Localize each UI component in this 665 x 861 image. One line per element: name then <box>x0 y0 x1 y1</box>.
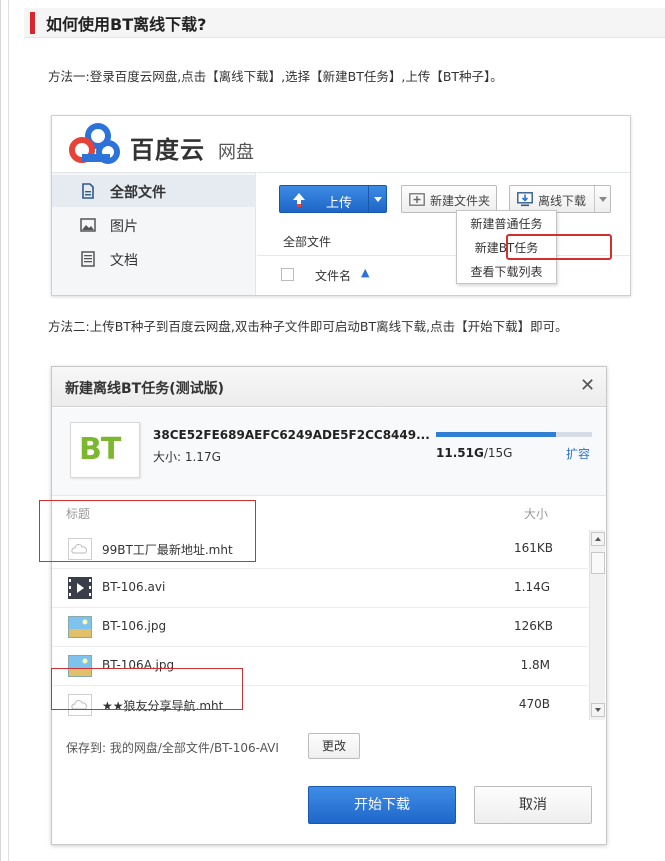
quota-progress-fill <box>436 432 557 437</box>
offline-split <box>594 186 595 212</box>
dialog-title: 新建离线BT任务(测试版) <box>65 381 225 397</box>
chevron-down-icon[interactable] <box>599 197 607 202</box>
chevron-down-icon <box>595 708 601 712</box>
sidebar-item-documents[interactable]: 文档 <box>52 243 256 275</box>
select-all-checkbox[interactable] <box>281 268 294 281</box>
torrent-size: 大小: 1.17G <box>153 450 221 464</box>
dialog-titlebar: 新建离线BT任务(测试版) ✕ <box>52 367 606 407</box>
bt-icon-text: BT <box>79 432 121 467</box>
file-icon <box>82 183 94 199</box>
highlight-box-file-5 <box>51 668 243 710</box>
sidebar-item-all-files[interactable]: 全部文件 <box>52 175 256 207</box>
folder-plus-icon <box>409 193 425 206</box>
new-folder-button[interactable]: 新建文件夹 <box>401 185 497 213</box>
quota-progress-bar <box>436 432 592 437</box>
file-list-header: 文件名 ▲ <box>257 255 630 295</box>
heading-accent <box>30 12 35 34</box>
bt-file-icon: BT <box>70 422 140 478</box>
breadcrumb[interactable]: 全部文件 <box>283 233 331 250</box>
offline-download-button[interactable]: 离线下载 <box>509 185 611 213</box>
pan-header: 百度云 网盘 <box>52 116 630 172</box>
sort-ascending-icon[interactable]: ▲ <box>361 266 369 279</box>
pan-sidebar: 全部文件 图片 文档 <box>52 172 256 295</box>
logo-text: 百度云 <box>130 136 205 164</box>
list-item[interactable]: BT-106.jpg 126KB <box>52 608 588 647</box>
file-size: 161KB <box>514 541 554 555</box>
quota-used: 11.51G <box>436 446 484 460</box>
scroll-down-button[interactable] <box>591 703 605 717</box>
sidebar-item-label: 文档 <box>110 253 138 269</box>
start-download-button[interactable]: 开始下载 <box>308 786 456 824</box>
chevron-down-icon[interactable] <box>374 197 382 202</box>
file-name: BT-106.avi <box>102 580 166 594</box>
left-rule <box>8 0 9 861</box>
filename-column-label[interactable]: 文件名 <box>315 267 351 284</box>
torrent-hash: 38CE52FE689AEFC6249ADE5F2CC8449... <box>153 428 430 442</box>
scroll-up-button[interactable] <box>591 532 605 546</box>
image-icon <box>80 218 96 232</box>
file-list-scrollbar[interactable] <box>589 530 605 720</box>
menu-item-new-normal-task[interactable]: 新建普通任务 <box>457 212 556 236</box>
menu-item-view-download-list[interactable]: 查看下载列表 <box>457 260 556 284</box>
upload-split <box>368 186 369 212</box>
save-location-text: 保存到: 我的网盘/全部文件/BT-106-AVI <box>66 741 279 755</box>
file-name: BT-106.jpg <box>102 619 167 633</box>
quota-text: 11.51G/15G <box>436 446 512 460</box>
highlight-box-new-bt-task <box>506 234 612 260</box>
file-size: 1.14G <box>514 580 551 594</box>
sidebar-item-label: 图片 <box>110 219 138 235</box>
close-icon[interactable]: ✕ <box>580 376 595 396</box>
offline-download-label: 离线下载 <box>538 194 587 208</box>
change-location-button[interactable]: 更改 <box>308 733 360 759</box>
logo-subtitle: 网盘 <box>218 142 254 163</box>
new-bt-task-dialog: 新建离线BT任务(测试版) ✕ BT 38CE52FE689AEFC6249AD… <box>51 366 607 845</box>
file-size: 470B <box>518 697 550 711</box>
document-icon <box>81 251 95 267</box>
baidu-cloud-logo-icon <box>69 123 120 164</box>
upload-button[interactable]: 上传 <box>279 185 387 213</box>
torrent-info: BT 38CE52FE689AEFC6249ADE5F2CC8449... 大小… <box>52 408 606 496</box>
chevron-up-icon <box>595 537 601 541</box>
cancel-button[interactable]: 取消 <box>474 786 592 824</box>
monitor-download-icon <box>517 192 533 207</box>
quota-total: 15G <box>487 446 513 460</box>
new-folder-label: 新建文件夹 <box>430 194 491 208</box>
sidebar-item-label: 全部文件 <box>110 185 166 201</box>
file-size: 126KB <box>514 619 554 633</box>
sidebar-item-images[interactable]: 图片 <box>52 209 256 241</box>
size-column-label: 大小 <box>524 507 549 521</box>
scroll-thumb[interactable] <box>591 552 605 574</box>
upload-arrow-icon <box>293 193 305 207</box>
highlight-box-file-1 <box>39 500 256 562</box>
list-item[interactable]: BT-106.avi 1.14G <box>52 569 588 608</box>
article-heading: 如何使用BT离线下载? <box>46 15 207 34</box>
upload-label: 上传 <box>326 196 353 211</box>
file-size: 1.8M <box>520 658 550 672</box>
image-file-icon <box>68 616 92 638</box>
expand-storage-link[interactable]: 扩容 <box>566 445 590 462</box>
method-one-text: 方法一:登录百度云网盘,点击【离线下载】,选择【新建BT任务】,上传【BT种子】… <box>48 69 503 84</box>
video-file-icon <box>68 577 92 599</box>
method-two-text: 方法二:上传BT种子到百度云网盘,双击种子文件即可启动BT离线下载,点击【开始下… <box>48 319 568 334</box>
